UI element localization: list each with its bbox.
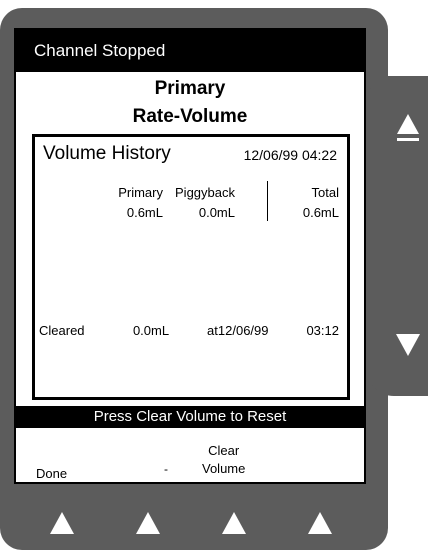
mode-title: Primary — [154, 78, 226, 99]
cleared-label: Cleared — [39, 323, 85, 338]
total-column: Total 0.6mL — [303, 185, 339, 220]
softkey-4-button[interactable] — [308, 512, 332, 534]
history-datetime: 12/06/99 04:22 — [243, 147, 337, 163]
primary-column: Primary 0.6mL — [118, 185, 163, 220]
softkey-done-label: Done — [36, 466, 68, 481]
softkey-2-button[interactable] — [136, 512, 160, 534]
clear-label-line1: Clear — [208, 443, 240, 458]
cleared-amount: 0.0mL — [132, 323, 170, 338]
device-screen: Channel Stopped Primary Rate-Volume Volu… — [14, 28, 366, 484]
softkey-blank-label: - — [164, 462, 168, 476]
cleared-row: Cleared 0.0mL at12/06/99 03:12 — [39, 323, 339, 338]
softkey-clear-volume-label: Clear Volume — [202, 442, 245, 478]
column-divider — [267, 181, 268, 221]
side-panel-bottom — [366, 352, 428, 396]
primary-value: 0.6mL — [126, 205, 163, 220]
total-value: 0.6mL — [302, 205, 339, 220]
softkey-3-button[interactable] — [222, 512, 246, 534]
reset-message-bar: Press Clear Volume to Reset — [16, 406, 364, 428]
status-text: Channel Stopped — [34, 41, 166, 60]
total-label: Total — [311, 185, 339, 200]
piggyback-value: 0.0mL — [198, 205, 235, 220]
cleared-time: 03:12 — [306, 323, 339, 338]
primary-label: Primary — [118, 185, 163, 200]
scroll-down-icon[interactable] — [396, 334, 420, 356]
softkey-1-button[interactable] — [50, 512, 74, 534]
volume-history-panel: Volume History 12/06/99 04:22 Primary 0.… — [32, 134, 350, 400]
mode-subtitle: Rate-Volume — [132, 106, 248, 127]
status-bar: Channel Stopped — [16, 30, 364, 72]
scroll-up-underline — [397, 138, 419, 141]
cleared-date: at12/06/99 — [207, 323, 269, 338]
piggyback-label: Piggyback — [175, 185, 235, 200]
piggyback-column: Piggyback 0.0mL — [175, 185, 235, 220]
history-title: Volume History — [43, 143, 171, 164]
clear-label-line2: Volume — [202, 461, 246, 476]
scroll-up-icon[interactable] — [397, 114, 419, 134]
